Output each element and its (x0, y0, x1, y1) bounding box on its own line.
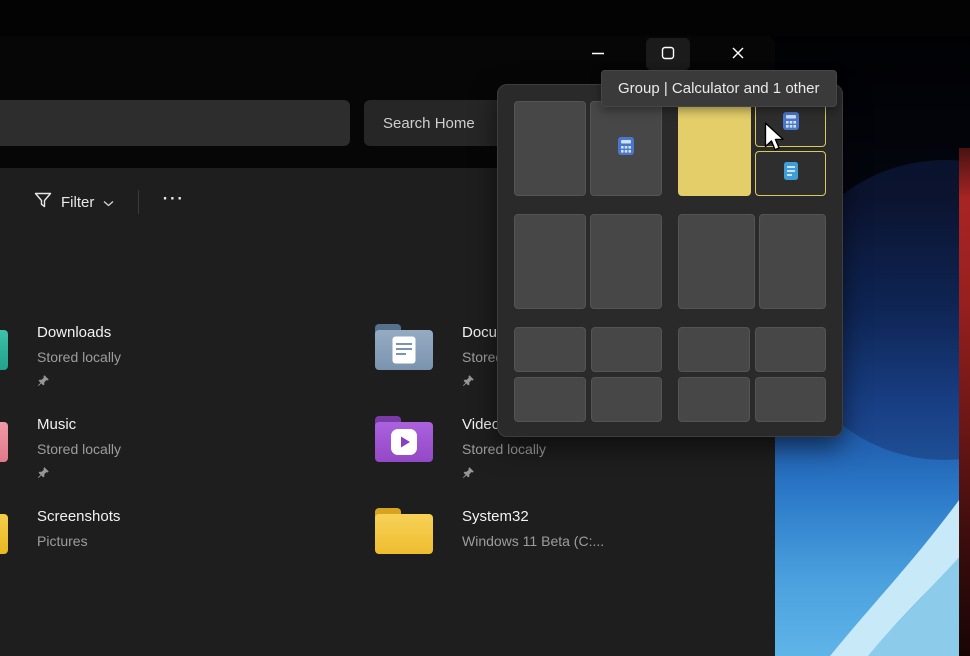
snap-layout-quad (678, 327, 826, 422)
close-button[interactable] (716, 38, 760, 70)
calculator-icon (616, 136, 636, 161)
maximize-button[interactable] (646, 38, 690, 70)
snap-layout-quad (514, 327, 662, 422)
snap-layouts-flyout (497, 84, 843, 437)
close-icon (731, 46, 745, 63)
snap-cell[interactable] (514, 377, 586, 422)
snap-group-tooltip: Group | Calculator and 1 other (601, 70, 837, 107)
filter-label: Filter (61, 194, 94, 211)
pin-icon (37, 466, 121, 480)
documents-folder-icon (375, 324, 433, 370)
tooltip-text: Group | Calculator and 1 other (618, 80, 820, 97)
toolbar: Filter ⋯ (24, 182, 196, 222)
tile-title: Screenshots (37, 506, 120, 528)
screenshots-folder-icon (0, 508, 8, 554)
pin-icon (37, 374, 121, 388)
system32-folder-icon (375, 508, 433, 554)
tile-title: Music (37, 414, 121, 436)
maximize-icon (661, 46, 675, 63)
snap-cell[interactable] (755, 377, 827, 422)
snap-cell[interactable] (591, 377, 663, 422)
search-placeholder: Search Home (383, 115, 475, 132)
downloads-folder-icon (0, 324, 8, 370)
snap-cell[interactable] (678, 214, 755, 309)
snap-cell[interactable] (514, 101, 586, 196)
notes-icon (781, 161, 801, 186)
minimize-button[interactable] (576, 38, 620, 70)
snap-layout-group-highlighted (678, 101, 826, 196)
snap-cell[interactable] (759, 214, 826, 309)
see-more-button[interactable]: ⋯ (149, 187, 196, 217)
tile-music[interactable]: Music Stored locally (0, 414, 290, 498)
tile-title: System32 (462, 506, 604, 528)
snap-layout-two-columns (514, 214, 662, 309)
snap-layout-wide-left (678, 214, 826, 309)
music-folder-icon (0, 416, 8, 462)
filter-icon (34, 192, 52, 212)
mouse-cursor (761, 122, 787, 159)
snap-cell[interactable] (755, 327, 827, 372)
snap-cell[interactable] (590, 214, 662, 309)
tile-subtitle: Stored locally (37, 438, 121, 460)
screen-edge-red-strip (959, 148, 970, 656)
tile-subtitle: Stored locally (37, 346, 121, 368)
snap-cell[interactable] (514, 327, 586, 372)
top-black-bar (0, 0, 970, 36)
more-icon: ⋯ (161, 185, 184, 210)
tile-subtitle: Pictures (37, 530, 120, 552)
snap-cell-highlighted[interactable] (678, 101, 751, 196)
tile-subtitle: Stored locally (462, 438, 546, 460)
tile-downloads[interactable]: Downloads Stored locally (0, 322, 290, 406)
screen: Search Home Filter ⋯ (0, 0, 970, 656)
snap-cell[interactable] (514, 214, 586, 309)
minimize-icon (591, 46, 605, 63)
document-badge-icon (392, 336, 416, 364)
toolbar-divider (138, 190, 139, 214)
play-badge-icon (391, 429, 417, 455)
tile-title: Downloads (37, 322, 121, 344)
snap-layout-two-columns-app-right (514, 101, 662, 196)
snap-cell[interactable] (591, 327, 663, 372)
tile-screenshots[interactable]: Screenshots Pictures (0, 506, 290, 590)
snap-cell[interactable] (678, 377, 750, 422)
snap-cell[interactable] (678, 327, 750, 372)
address-bar[interactable] (0, 100, 350, 146)
tile-system32[interactable]: System32 Windows 11 Beta (C:... (375, 506, 715, 590)
pin-icon (462, 466, 546, 480)
snap-cell-with-app[interactable] (590, 101, 662, 196)
filter-button[interactable]: Filter (24, 184, 124, 220)
chevron-down-icon (103, 194, 114, 211)
videos-folder-icon (375, 416, 433, 462)
tile-subtitle: Windows 11 Beta (C:... (462, 530, 604, 552)
